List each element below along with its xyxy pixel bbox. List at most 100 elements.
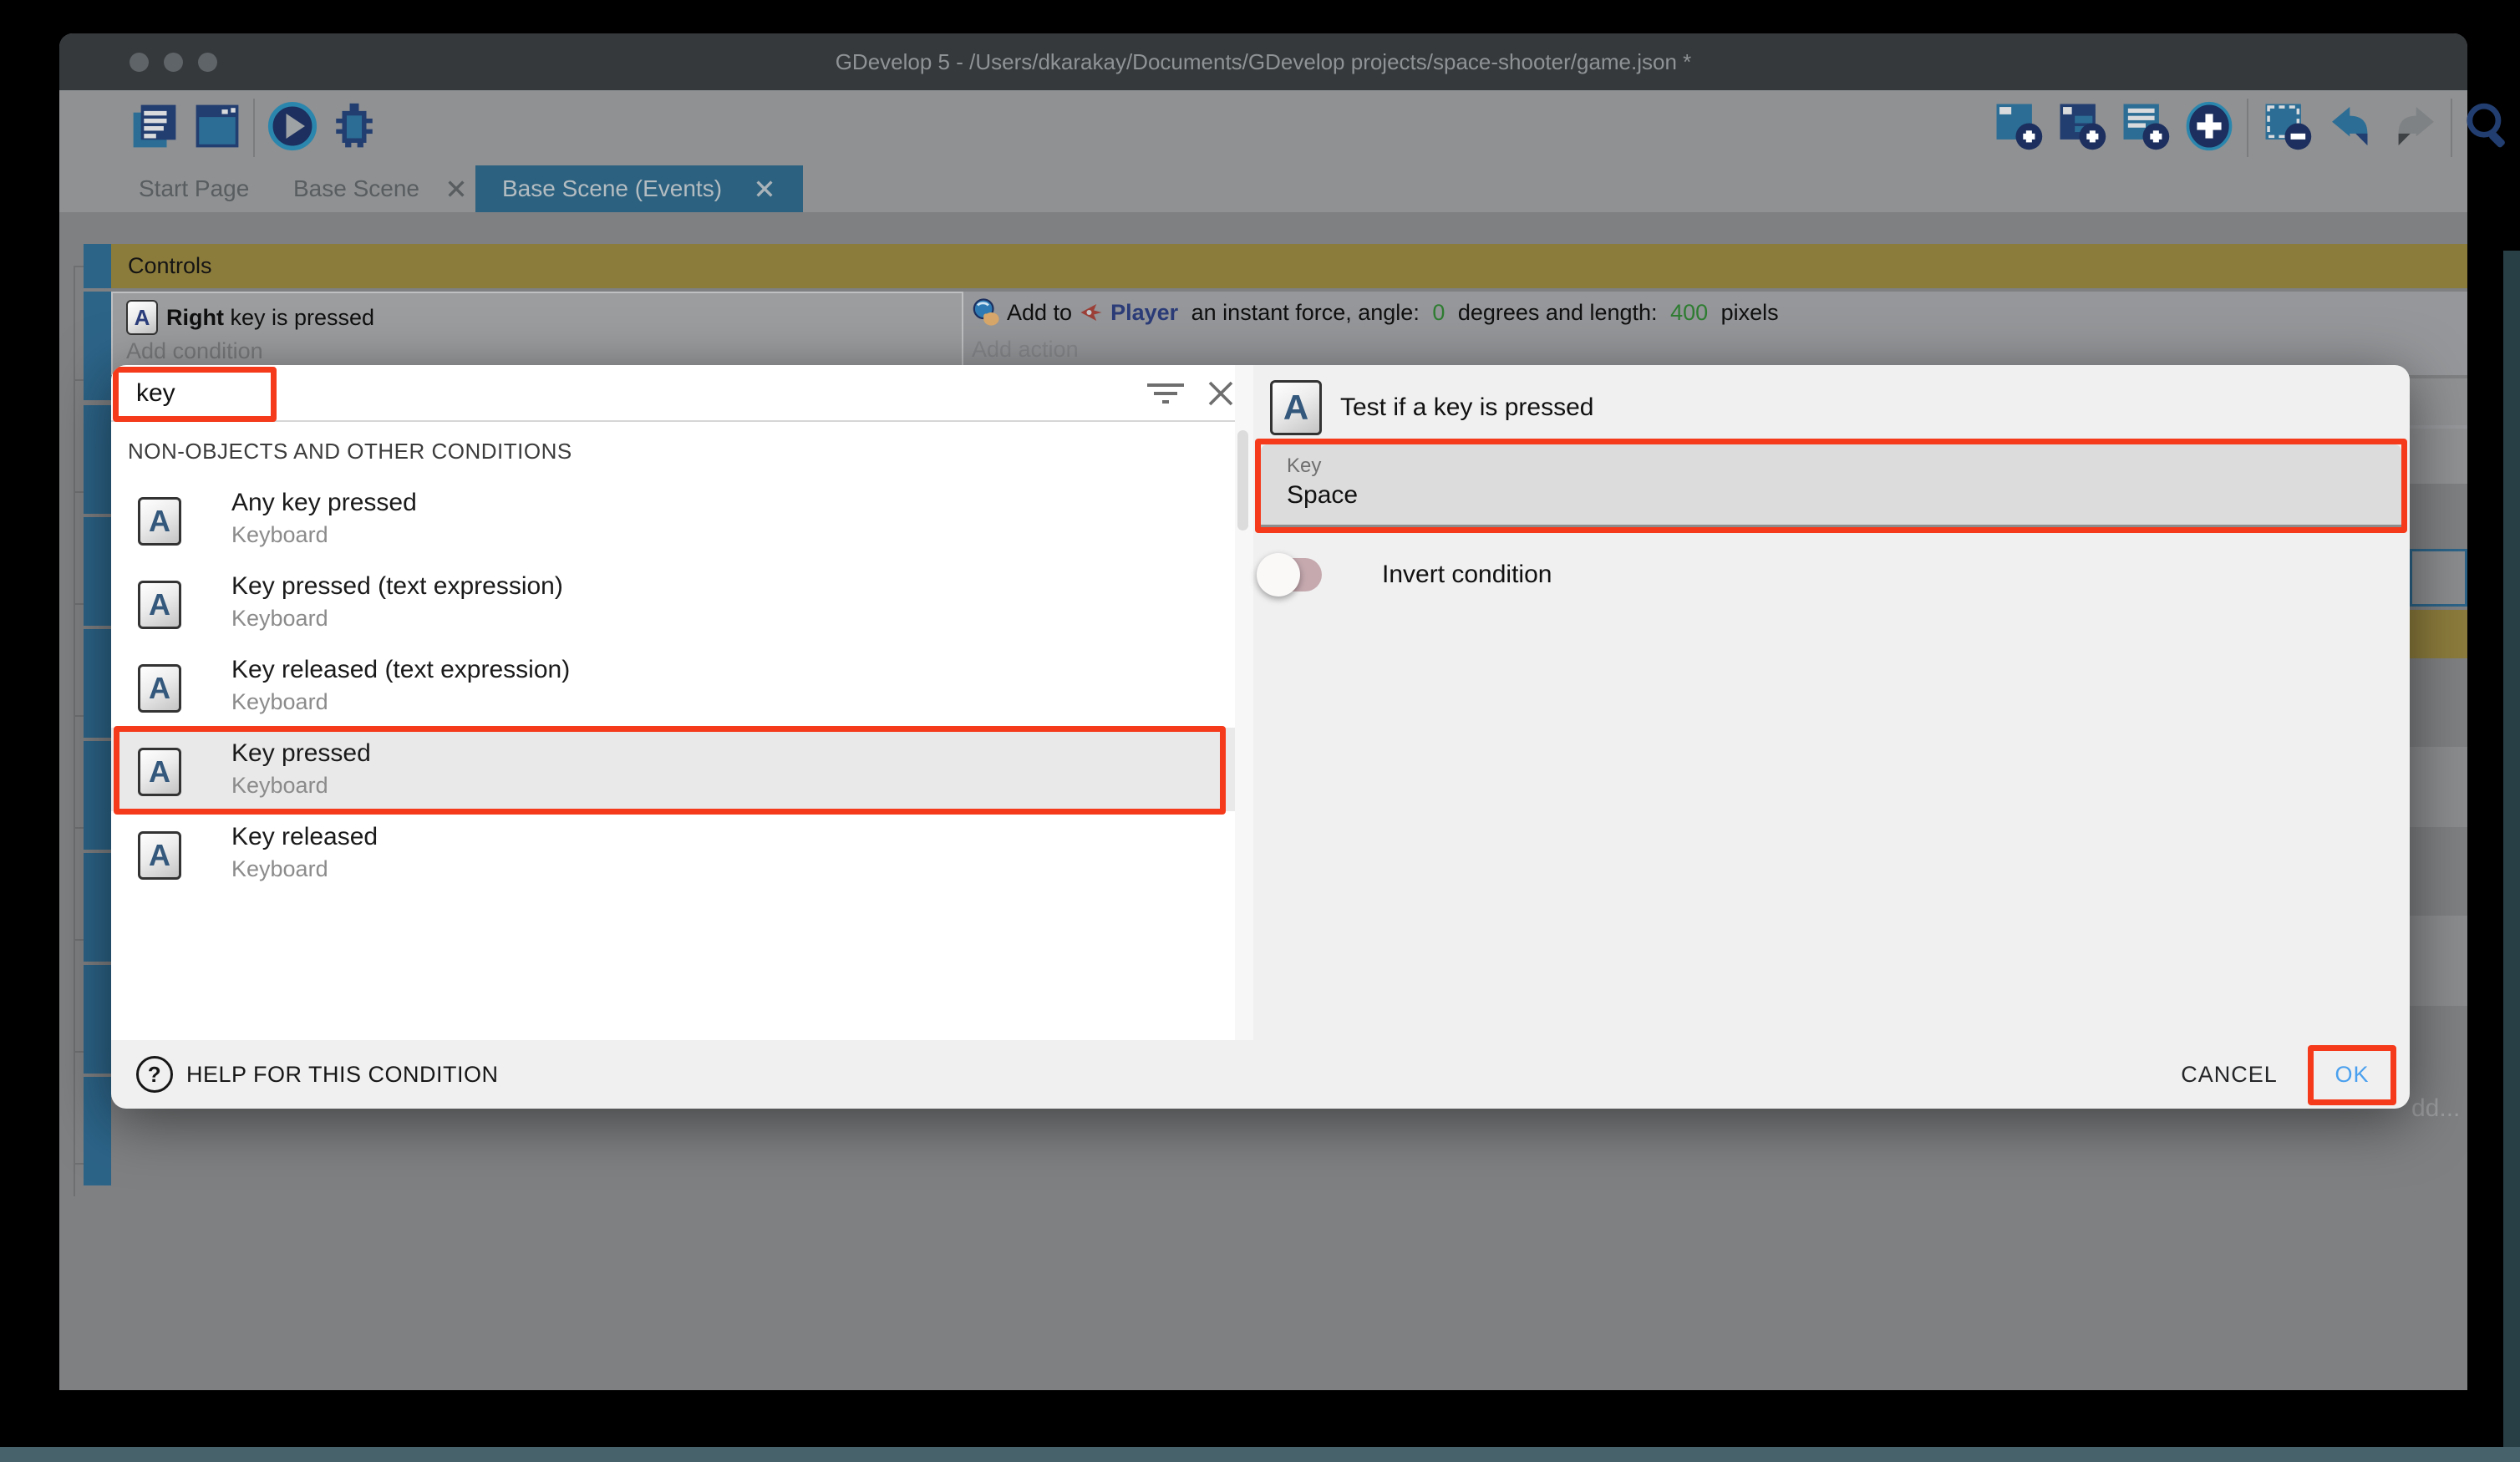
- delete-event-icon[interactable]: [2262, 100, 2314, 152]
- add-comment-icon[interactable]: [2120, 100, 2172, 152]
- open-scene-icon[interactable]: [191, 100, 243, 152]
- toggle-thumb: [1257, 553, 1300, 596]
- list-item-subtitle: Keyboard: [231, 773, 328, 799]
- toolbar-separator: [2247, 99, 2248, 157]
- tab-start-page[interactable]: Start Page: [118, 165, 270, 212]
- wallpaper-edge: [2503, 251, 2520, 1462]
- event-row-fragment: [2410, 747, 2467, 827]
- toolbar-separator: [253, 99, 255, 157]
- list-item[interactable]: A Any key pressed Keyboard: [111, 477, 1235, 561]
- keyboard-condition-icon: A: [138, 664, 181, 713]
- close-tab-icon[interactable]: [445, 177, 468, 201]
- search-input[interactable]: [136, 373, 353, 414]
- invert-condition-toggle[interactable]: [1260, 558, 1322, 591]
- desktop: GDevelop 5 - /Users/dkarakay/Documents/G…: [0, 0, 2520, 1462]
- undo-icon[interactable]: [2325, 100, 2377, 152]
- choose-condition-dialog: NON-OBJECTS AND OTHER CONDITIONS A Any k…: [111, 365, 2410, 1109]
- project-manager-icon[interactable]: [129, 100, 180, 152]
- event-selection-bar: [84, 741, 111, 850]
- help-label: HELP FOR THIS CONDITION: [186, 1062, 499, 1088]
- redo-icon[interactable]: [2389, 100, 2441, 152]
- list-item-subtitle: Keyboard: [231, 606, 328, 632]
- keyboard-condition-icon: A: [138, 831, 181, 880]
- search-icon[interactable]: [2462, 100, 2514, 152]
- highlighted-event-fragment: [2410, 549, 2467, 607]
- add-action-link[interactable]: Add action: [972, 337, 1079, 363]
- list-item-subtitle: Keyboard: [231, 522, 328, 548]
- event-row-fragment: [2410, 916, 2467, 1006]
- close-tab-icon[interactable]: [753, 177, 776, 201]
- window-title: GDevelop 5 - /Users/dkarakay/Documents/G…: [59, 33, 2467, 90]
- filter-icon[interactable]: [1146, 377, 1186, 410]
- list-item-title: Key pressed (text expression): [231, 572, 563, 601]
- help-icon: ?: [136, 1056, 173, 1093]
- keyboard-condition-icon: A: [138, 497, 181, 546]
- event-selection-bar: [84, 853, 111, 962]
- list-item-title: Key released: [231, 823, 378, 851]
- condition-list-pane: NON-OBJECTS AND OTHER CONDITIONS A Any k…: [111, 365, 1235, 1040]
- tab-base-scene-events[interactable]: Base Scene (Events): [475, 165, 803, 212]
- list-item-selected[interactable]: A Key pressed Keyboard: [111, 728, 1235, 811]
- event-selection-bar: [84, 405, 111, 514]
- list-item-title: Key released (text expression): [231, 656, 570, 684]
- event-row-fragment: [2410, 378, 2467, 425]
- new-event-fragment: [2410, 610, 2467, 658]
- comment-text: Controls: [128, 253, 212, 279]
- event-selection-bar: [84, 629, 111, 738]
- key-parameter-field[interactable]: Key Space: [1261, 444, 2401, 527]
- list-item[interactable]: A Key pressed (text expression) Keyboard: [111, 561, 1235, 644]
- cancel-button[interactable]: CANCEL: [2158, 1053, 2300, 1095]
- add-condition-link[interactable]: Add condition: [126, 338, 263, 364]
- tab-label: Base Scene (Events): [502, 175, 722, 202]
- force-action-icon: [972, 298, 1000, 327]
- debug-icon[interactable]: [328, 100, 380, 152]
- key-field-value: Space: [1287, 481, 1358, 510]
- keyboard-condition-icon: A: [126, 300, 158, 335]
- comment-event[interactable]: Controls: [111, 244, 2467, 288]
- key-field-label: Key: [1287, 454, 1321, 478]
- condition-title: Test if a key is pressed: [1340, 393, 1593, 422]
- event-row: A Right key is pressed Add condition Add…: [111, 292, 2467, 375]
- list-item-title: Key pressed: [231, 739, 371, 768]
- event-row-fragment: [2410, 429, 2467, 484]
- event-selection-bar: [84, 965, 111, 1074]
- event-tree-line: [74, 266, 75, 1196]
- editor-tabbar: Start Page Base Scene Base Scene (Events…: [59, 165, 2467, 212]
- keyboard-condition-icon: A: [138, 581, 181, 629]
- list-item-subtitle: Keyboard: [231, 689, 328, 715]
- add-event-icon[interactable]: [1993, 100, 2045, 152]
- scrollbar-thumb[interactable]: [1237, 430, 1248, 530]
- condition-detail-header: A Test if a key is pressed: [1270, 380, 1593, 435]
- event-selection-bar: [84, 517, 111, 626]
- list-item-title: Any key pressed: [231, 489, 417, 517]
- action-text[interactable]: Add to Player an instant force, angle: 0…: [972, 298, 1779, 327]
- play-preview-icon[interactable]: [267, 100, 318, 152]
- invert-condition-label: Invert condition: [1382, 558, 1552, 591]
- add-subevent-icon[interactable]: [2056, 100, 2108, 152]
- conditions-cell[interactable]: A Right key is pressed Add condition: [111, 292, 963, 375]
- event-selection-bar: [84, 292, 111, 400]
- main-toolbar: [59, 90, 2467, 165]
- list-item[interactable]: A Key released Keyboard: [111, 811, 1235, 895]
- list-item[interactable]: A Key released (text expression) Keyboar…: [111, 644, 1235, 728]
- tab-label: Start Page: [139, 175, 249, 202]
- keyboard-condition-icon: A: [138, 748, 181, 796]
- player-object-icon: [1079, 300, 1104, 325]
- search-underline: [111, 420, 1235, 422]
- list-section-header: NON-OBJECTS AND OTHER CONDITIONS: [128, 439, 572, 464]
- toolbar-separator: [2451, 99, 2452, 157]
- ok-button[interactable]: OK: [2312, 1053, 2392, 1095]
- wallpaper-bottom-edge: [0, 1447, 2520, 1462]
- list-item-subtitle: Keyboard: [231, 856, 328, 882]
- window-titlebar: GDevelop 5 - /Users/dkarakay/Documents/G…: [59, 33, 2467, 90]
- condition-text: Right key is pressed: [166, 305, 374, 331]
- event-selection-bar: [84, 1077, 111, 1185]
- tab-label: Base Scene: [293, 175, 419, 202]
- close-icon[interactable]: [1204, 377, 1237, 410]
- help-button[interactable]: ? HELP FOR THIS CONDITION: [136, 1053, 499, 1095]
- truncated-add-text: dd...: [2411, 1094, 2460, 1123]
- event-selection-bar: [84, 244, 111, 288]
- tab-base-scene[interactable]: Base Scene: [272, 165, 489, 212]
- add-circle-icon[interactable]: [2183, 100, 2235, 152]
- keyboard-condition-icon: A: [1270, 380, 1322, 435]
